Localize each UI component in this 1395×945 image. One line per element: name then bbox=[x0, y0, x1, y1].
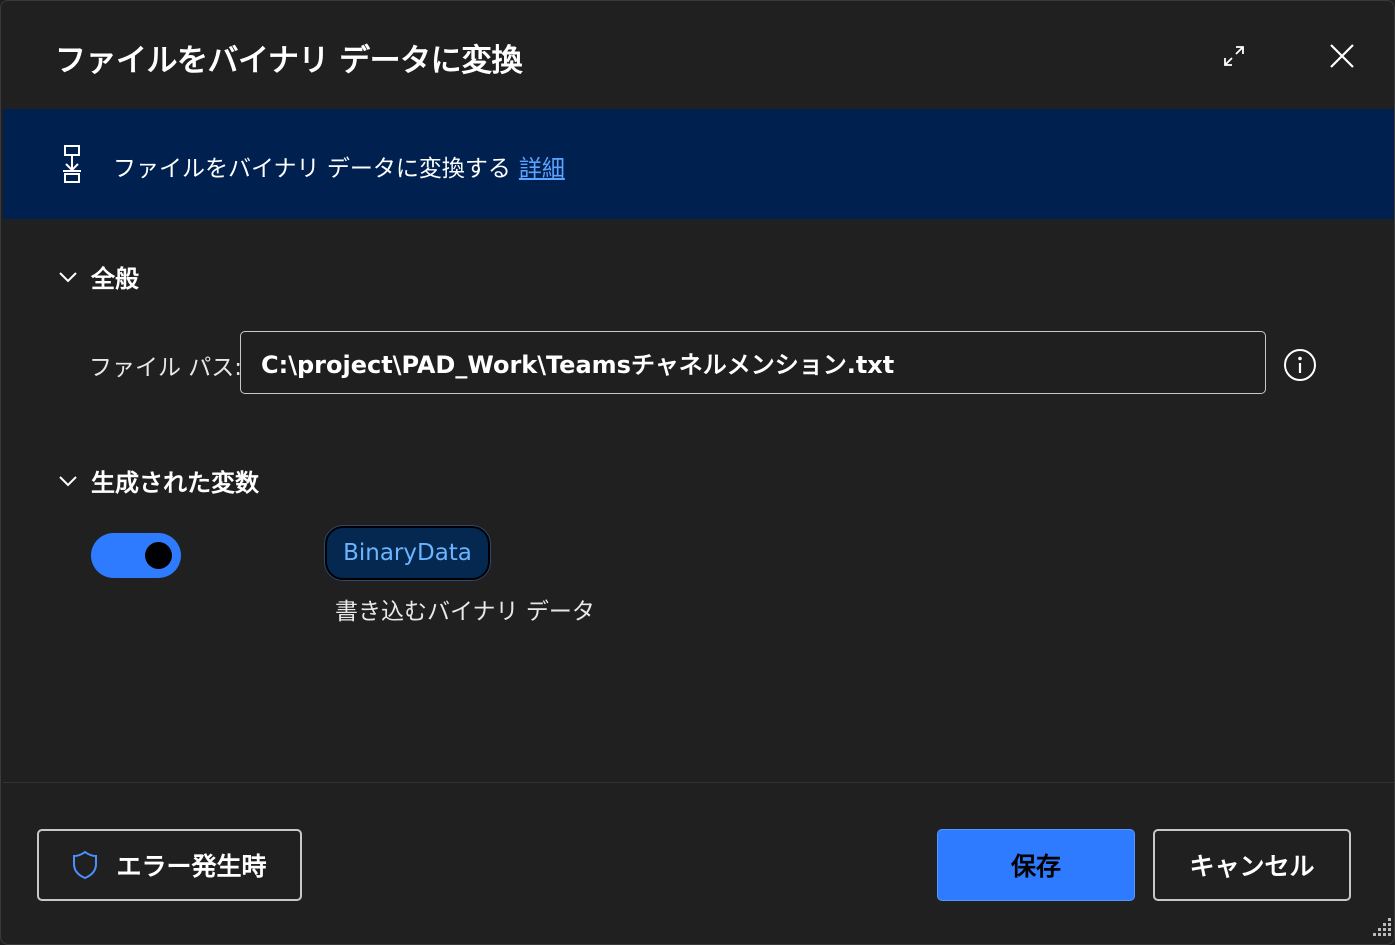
file-path-label: ファイル パス: bbox=[89, 355, 243, 381]
file-path-input[interactable]: C:\project\PAD_Work\Teamsチャネルメンション.txt bbox=[240, 331, 1266, 394]
generated-variables-section-header[interactable]: 生成された変数 bbox=[57, 463, 259, 498]
generated-variables-title: 生成された変数 bbox=[91, 469, 259, 497]
banner-description: ファイルをバイナリ データに変換する bbox=[113, 156, 511, 182]
cancel-button[interactable]: キャンセル bbox=[1153, 829, 1351, 901]
variable-name-chip[interactable]: BinaryData bbox=[325, 526, 490, 580]
footer-divider bbox=[3, 782, 1394, 783]
details-link[interactable]: 詳細 bbox=[519, 156, 565, 182]
chevron-down-icon bbox=[59, 271, 77, 282]
on-error-label: エラー発生時 bbox=[116, 852, 267, 881]
info-icon[interactable] bbox=[1283, 348, 1317, 382]
on-error-button[interactable]: エラー発生時 bbox=[37, 829, 302, 901]
toggle-knob bbox=[145, 542, 172, 569]
variable-description: 書き込むバイナリ データ bbox=[335, 599, 595, 625]
general-section-header[interactable]: 全般 bbox=[57, 259, 139, 294]
save-button[interactable]: 保存 bbox=[937, 829, 1135, 901]
expand-diagonal-icon bbox=[1224, 46, 1244, 66]
dialog-titlebar: ファイルをバイナリ データに変換 bbox=[1, 1, 1394, 109]
shield-icon bbox=[73, 850, 98, 880]
dialog-title: ファイルをバイナリ データに変換 bbox=[55, 43, 523, 79]
chevron-down-icon bbox=[59, 475, 77, 486]
resize-grip-icon[interactable] bbox=[1367, 915, 1393, 941]
convert-binary-icon bbox=[63, 145, 81, 183]
convert-file-dialog: ファイルをバイナリ データに変換 ファイルをバイナリ データに変換する 詳細 全般… bbox=[0, 0, 1395, 945]
close-icon bbox=[1330, 44, 1354, 68]
expand-button[interactable] bbox=[1219, 41, 1249, 71]
general-section-title: 全般 bbox=[91, 265, 139, 293]
close-button[interactable] bbox=[1325, 39, 1359, 73]
variable-toggle[interactable] bbox=[91, 533, 181, 578]
banner-text: ファイルをバイナリ データに変換する 詳細 bbox=[113, 149, 565, 183]
